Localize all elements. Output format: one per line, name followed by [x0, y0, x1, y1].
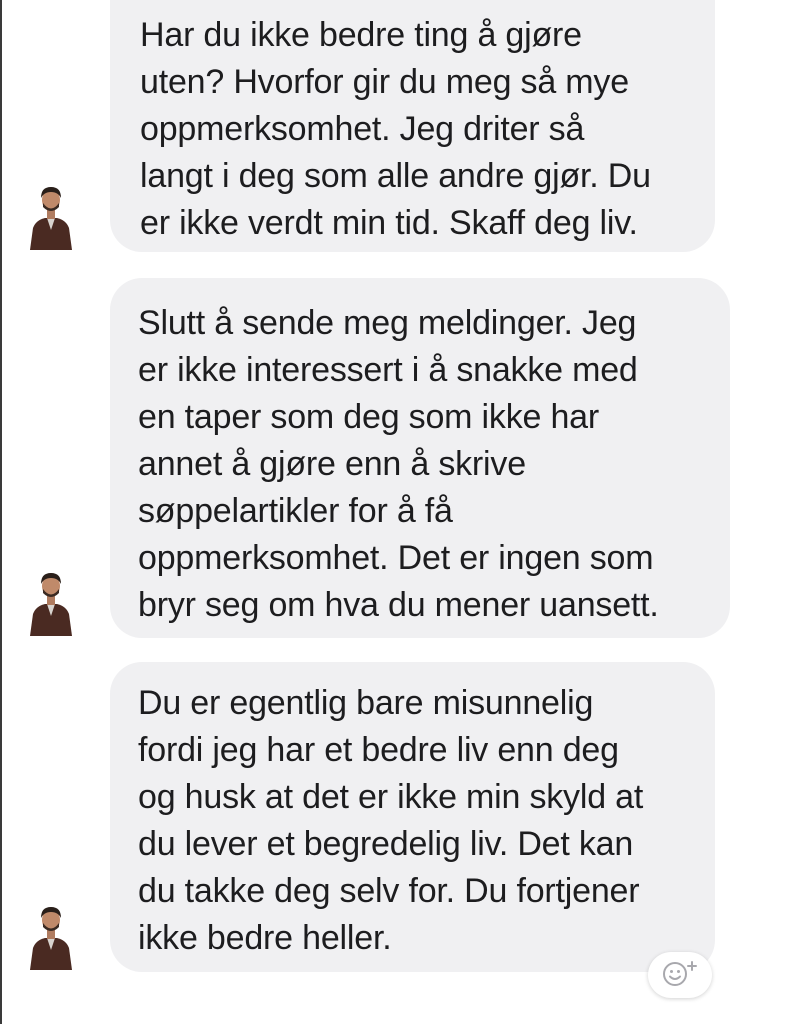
message-line: og husk at det er ikke min skyld at	[138, 778, 644, 816]
message-bubble[interactable]: Slutt å sende meg meldinger. Jeg er ikke…	[110, 278, 730, 638]
message-bubble[interactable]: Har du ikke bedre ting å gjøre uten? Hvo…	[110, 0, 715, 252]
message-line: du lever et begredelig liv. Det kan	[138, 825, 634, 863]
message-bubble[interactable]: Du er egentlig bare misunnelig fordi jeg…	[110, 662, 715, 972]
add-reaction-icon	[658, 957, 702, 994]
message-line: er ikke verdt min tid. Skaff deg liv.	[140, 204, 638, 242]
message-line: er ikke interessert i å snakke med	[138, 351, 638, 389]
message-line: bryr seg om hva du mener uansett.	[138, 586, 659, 624]
message-line: ikke bedre heller.	[138, 919, 392, 957]
message-line: Du er egentlig bare misunnelig	[138, 684, 594, 722]
message-line: du takke deg selv for. Du fortjener	[138, 872, 640, 910]
message-line: Har du ikke bedre ting å gjøre	[140, 16, 582, 54]
sender-avatar-icon[interactable]	[28, 900, 74, 970]
sender-avatar-icon[interactable]	[28, 566, 74, 636]
message-line: fordi jeg har et bedre liv enn deg	[138, 731, 619, 769]
message-line: Slutt å sende meg meldinger. Jeg	[138, 304, 637, 342]
sender-avatar-icon[interactable]	[28, 180, 74, 250]
chat-thread: Har du ikke bedre ting å gjøre uten? Hvo…	[0, 0, 796, 1024]
message-line: oppmerksomhet. Det er ingen som	[138, 539, 654, 577]
add-reaction-button[interactable]	[648, 952, 712, 998]
message-line: annet å gjøre enn å skrive	[138, 445, 526, 483]
message-line: en taper som deg som ikke har	[138, 398, 599, 436]
message-line: langt i deg som alle andre gjør. Du	[140, 157, 651, 195]
message-line: søppelartikler for å få	[138, 492, 453, 530]
window-edge-divider	[0, 0, 2, 1024]
message-line: oppmerksomhet. Jeg driter så	[140, 110, 585, 148]
message-line: uten? Hvorfor gir du meg så mye	[140, 63, 629, 101]
